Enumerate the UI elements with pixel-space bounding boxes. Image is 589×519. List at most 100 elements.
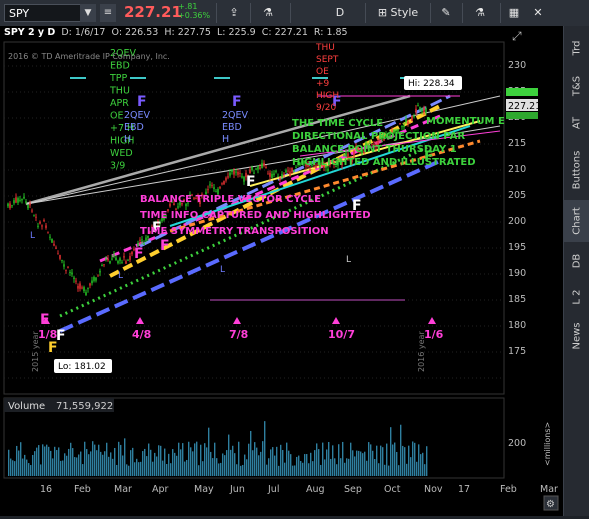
volume-bar xyxy=(290,454,292,476)
tab-db[interactable]: DB xyxy=(564,244,589,278)
volume-bar xyxy=(348,458,350,476)
divider xyxy=(365,3,366,23)
tab-at[interactable]: AT xyxy=(564,106,589,140)
volume-bar xyxy=(374,459,376,476)
fractal-marker: F xyxy=(137,94,147,110)
volume-bar xyxy=(186,459,188,476)
volume-bar xyxy=(234,453,236,476)
chart-svg[interactable]: F F F F F F F F F F F F L L L L 2QEVEBDT… xyxy=(0,26,563,516)
candle-body xyxy=(65,269,67,271)
close-icon[interactable]: ✕ xyxy=(530,4,546,22)
annotation-mid-block1: 2QEVEBDH xyxy=(124,110,151,145)
volume-bar xyxy=(330,458,332,476)
style-button[interactable]: ⊞ Style xyxy=(372,4,424,22)
chart-area[interactable]: F F F F F F F F F F F F L L L L 2QEVEBDT… xyxy=(0,26,563,516)
time-tick: 16 xyxy=(40,484,52,495)
tab-trd[interactable]: Trd xyxy=(564,30,589,66)
volume-bar xyxy=(414,442,416,476)
volume-bar xyxy=(122,455,124,476)
candle-body xyxy=(287,170,289,172)
volume-bar xyxy=(340,458,342,476)
studies-flask-icon[interactable]: ⚗ xyxy=(258,4,278,22)
candle-body xyxy=(399,123,401,125)
tab-label: T&S xyxy=(571,75,583,97)
volume-bar xyxy=(214,442,216,476)
tab-label: Trd xyxy=(571,40,583,56)
fractal-marker: F xyxy=(232,94,242,110)
time-axis[interactable]: 16 Feb Mar Apr May Jun Jul Aug Sep Oct Nov 17 Feb Mar xyxy=(40,484,558,495)
volume-bar xyxy=(138,462,140,476)
volume-bar xyxy=(98,444,100,476)
volume-bar xyxy=(18,450,20,476)
volume-bar xyxy=(248,443,250,476)
volume-bar xyxy=(160,445,162,476)
candle-body xyxy=(251,166,253,170)
period-button[interactable]: D xyxy=(330,4,350,22)
volume-bar xyxy=(318,449,320,476)
volume-bar xyxy=(52,458,54,476)
volume-bar xyxy=(366,460,368,476)
tab-chart[interactable]: Chart xyxy=(564,200,589,242)
candle-body xyxy=(221,183,223,185)
volume-bar xyxy=(240,465,242,476)
candle-body xyxy=(291,167,293,173)
time-tick: Sep xyxy=(344,484,362,495)
volume-bar xyxy=(42,444,44,476)
tab-label: AT xyxy=(571,116,583,130)
volume-bar xyxy=(404,447,406,476)
candle-body xyxy=(97,275,99,277)
tab-l2[interactable]: L 2 xyxy=(564,280,589,314)
divider xyxy=(250,3,251,23)
candle-body xyxy=(11,205,13,207)
divider xyxy=(500,3,501,23)
tab-ts[interactable]: T&S xyxy=(564,68,589,104)
tab-buttons[interactable]: Buttons xyxy=(564,142,589,198)
edit-icon[interactable]: ≡ xyxy=(100,4,116,22)
candle-body xyxy=(239,172,241,174)
symbol-dropdown-icon[interactable]: ▼ xyxy=(80,4,96,22)
volume-bar xyxy=(192,451,194,476)
volume-axis-unit: <millions> xyxy=(543,422,552,466)
candle-body xyxy=(99,270,101,273)
volume-bar xyxy=(134,462,136,476)
low-marker: L xyxy=(30,231,35,241)
candle-body xyxy=(13,200,15,204)
candle-body xyxy=(213,187,215,189)
annotation-line: SEPT xyxy=(316,55,339,65)
copyright-text: 2016 © TD Ameritrade IP Company, Inc. xyxy=(8,52,170,61)
volume-bar xyxy=(68,448,70,476)
candle-body xyxy=(407,121,409,124)
volume-bar xyxy=(264,421,266,476)
tab-label: Chart xyxy=(571,207,583,235)
drawing-pencil-icon[interactable]: ✎ xyxy=(436,4,456,22)
volume-bar xyxy=(386,443,388,476)
expand-icon[interactable]: ⤢ xyxy=(511,29,522,43)
candle-body xyxy=(405,119,407,122)
volume-bar xyxy=(172,449,174,476)
time-tick: Jun xyxy=(229,484,245,495)
candle-body xyxy=(75,280,77,282)
chart-title: SPY 2 y D xyxy=(4,27,56,38)
candle-body xyxy=(105,258,107,260)
calendar-icon[interactable]: ▦ xyxy=(506,4,522,22)
tab-news[interactable]: News xyxy=(564,316,589,356)
divider xyxy=(430,3,431,23)
volume-bar xyxy=(238,441,240,476)
volume-bar xyxy=(272,447,274,476)
volume-bar xyxy=(32,454,34,476)
volume-bar xyxy=(12,460,14,476)
date-marker-label: 10/7 xyxy=(328,328,355,341)
candle-body xyxy=(47,232,49,234)
price-change: +.81 +0.36% xyxy=(178,2,210,20)
volume-bar xyxy=(300,461,302,476)
volume-bar xyxy=(394,442,396,476)
volume-bar xyxy=(312,461,314,476)
volume-bar xyxy=(70,442,72,476)
candle-body xyxy=(283,173,285,175)
volume-bar xyxy=(364,451,366,476)
share-icon[interactable]: ⇪ xyxy=(224,4,244,22)
volume-bar xyxy=(80,451,82,476)
candle-body xyxy=(411,115,413,121)
flask-icon[interactable]: ⚗ xyxy=(470,4,490,22)
volume-bar xyxy=(314,450,316,476)
